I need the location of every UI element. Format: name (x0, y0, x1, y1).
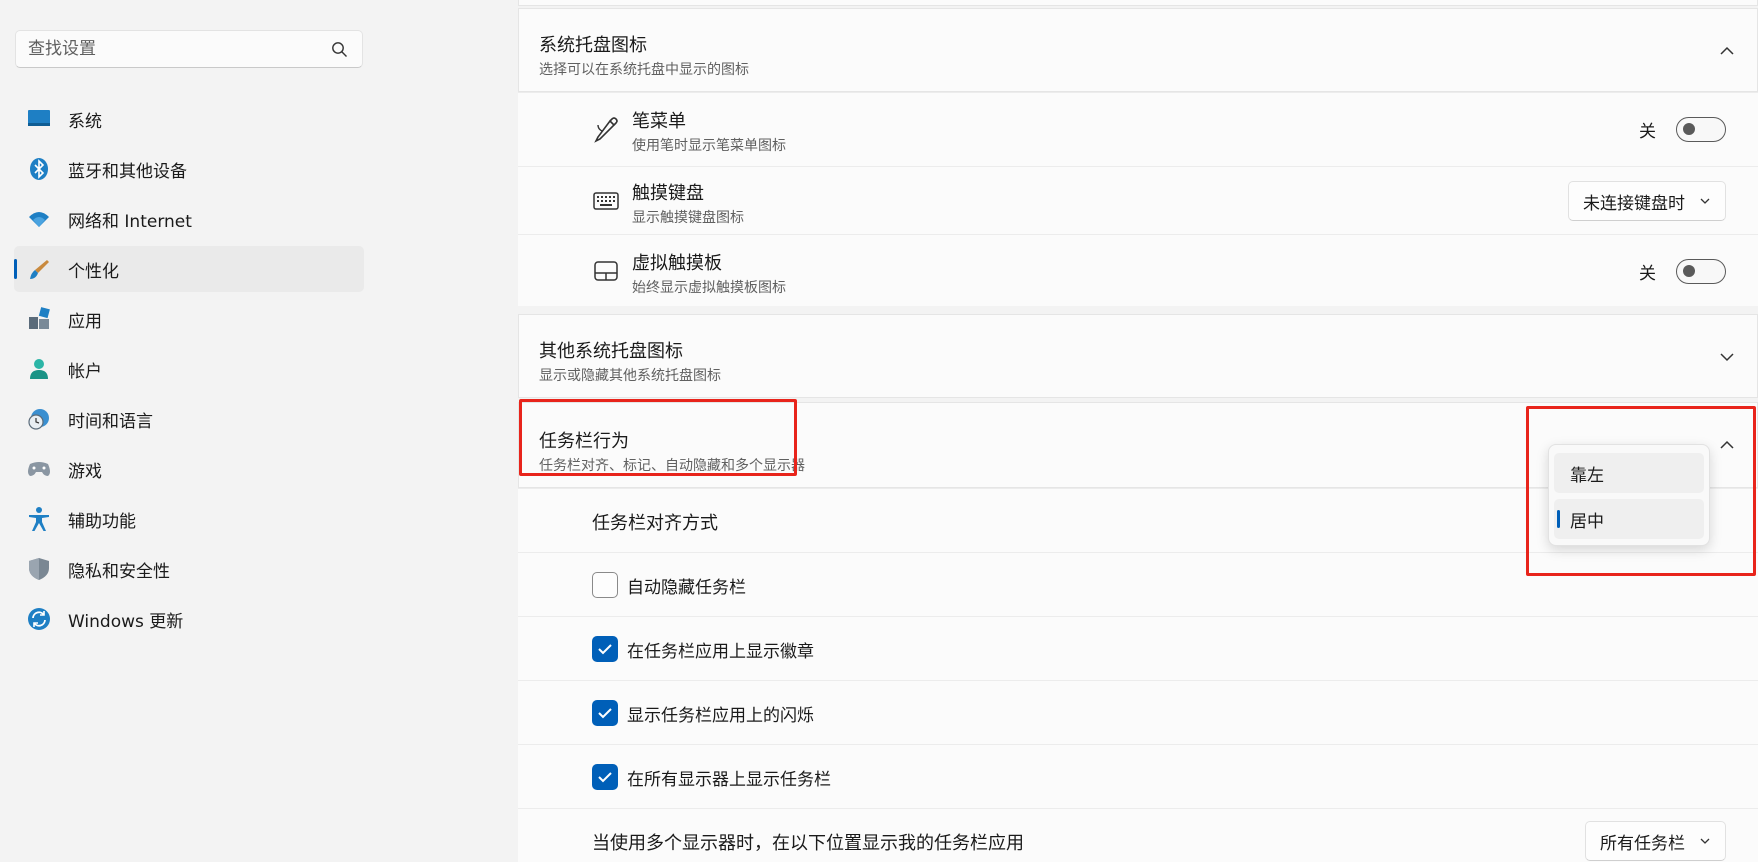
chevron-up-icon[interactable] (1719, 43, 1735, 59)
checkbox-label: 显示任务栏应用上的闪烁 (627, 706, 814, 726)
sidebar-item-label: 系统 (68, 111, 102, 132)
autohide-checkbox[interactable] (592, 572, 618, 598)
sidebar-item-bluetooth[interactable]: 蓝牙和其他设备 (14, 146, 364, 192)
sidebar-item-personalization[interactable]: 个性化 (14, 246, 364, 292)
multi-display-label: 当使用多个显示器时，在以下位置显示我的任务栏应用 (592, 833, 1024, 854)
checkbox-row-all-displays: 在所有显示器上显示任务栏 (518, 744, 1758, 808)
checkmark-icon (598, 644, 612, 655)
toggle-knob (1683, 265, 1695, 277)
pen-menu-toggle[interactable] (1676, 117, 1726, 142)
sidebar: 系统 蓝牙和其他设备 网络和 Internet 个性化 应用 帐户 时间和语言 (0, 0, 375, 862)
badges-checkbox[interactable] (592, 636, 618, 662)
item-subtitle: 使用笔时显示笔菜单图标 (632, 138, 786, 154)
search-input[interactable] (28, 39, 318, 59)
update-icon (26, 606, 52, 632)
alignment-option-left[interactable]: 靠左 (1554, 453, 1704, 493)
sidebar-item-accessibility[interactable]: 辅助功能 (14, 496, 364, 542)
clock-globe-icon (26, 406, 52, 432)
alignment-option-center[interactable]: 居中 (1554, 499, 1704, 539)
virtual-touchpad-toggle[interactable] (1676, 259, 1726, 284)
sidebar-nav: 系统 蓝牙和其他设备 网络和 Internet 个性化 应用 帐户 时间和语言 (14, 96, 364, 646)
section-subtitle: 任务栏对齐、标记、自动隐藏和多个显示器 (539, 458, 805, 474)
sidebar-item-label: 辅助功能 (68, 511, 136, 532)
sidebar-item-label: 隐私和安全性 (68, 561, 170, 582)
sidebar-item-label: 蓝牙和其他设备 (68, 161, 187, 182)
other-tray-icons-header[interactable]: 其他系统托盘图标 显示或隐藏其他系统托盘图标 (518, 314, 1758, 398)
alignment-flyout: 靠左 居中 (1548, 444, 1710, 546)
alignment-label: 任务栏对齐方式 (592, 513, 718, 534)
item-subtitle: 始终显示虚拟触摸板图标 (632, 280, 786, 296)
section-subtitle: 显示或隐藏其他系统托盘图标 (539, 368, 721, 384)
checkmark-icon (598, 772, 612, 783)
multi-display-row: 当使用多个显示器时，在以下位置显示我的任务栏应用 所有任务栏 (518, 808, 1758, 862)
sidebar-item-network[interactable]: 网络和 Internet (14, 196, 364, 242)
tray-item-pen-menu: 笔菜单 使用笔时显示笔菜单图标 关 (518, 92, 1758, 166)
touchpad-icon (594, 261, 618, 281)
item-title: 虚拟触摸板 (632, 253, 722, 274)
sidebar-item-label: Windows 更新 (68, 611, 184, 632)
sidebar-item-gaming[interactable]: 游戏 (14, 446, 364, 492)
gamepad-icon (26, 456, 52, 482)
chevron-down-icon (1700, 198, 1710, 204)
toggle-knob (1683, 123, 1695, 135)
keyboard-icon (593, 192, 619, 210)
section-title: 任务栏行为 (539, 431, 629, 452)
accessibility-icon (26, 506, 52, 532)
chevron-up-icon[interactable] (1719, 437, 1735, 453)
tray-item-virtual-touchpad: 虚拟触摸板 始终显示虚拟触摸板图标 关 (518, 234, 1758, 306)
sidebar-item-label: 个性化 (68, 261, 119, 282)
section-title: 系统托盘图标 (539, 35, 647, 56)
sidebar-item-time-language[interactable]: 时间和语言 (14, 396, 364, 442)
flashing-checkbox[interactable] (592, 700, 618, 726)
checkbox-row-badges: 在任务栏应用上显示徽章 (518, 616, 1758, 680)
dropdown-value: 未连接键盘时 (1583, 193, 1685, 214)
toggle-state-label: 关 (1639, 264, 1656, 284)
shield-icon (26, 556, 52, 582)
section-title: 其他系统托盘图标 (539, 341, 683, 362)
chevron-down-icon[interactable] (1719, 349, 1735, 365)
section-subtitle: 选择可以在系统托盘中显示的图标 (539, 62, 749, 78)
sidebar-item-windows-update[interactable]: Windows 更新 (14, 596, 364, 642)
item-title: 触摸键盘 (632, 183, 704, 204)
apps-icon (26, 306, 52, 332)
bluetooth-icon (26, 156, 52, 182)
search-box[interactable] (15, 30, 363, 68)
tray-item-touch-keyboard: 触摸键盘 显示触摸键盘图标 未连接键盘时 (518, 166, 1758, 234)
sidebar-item-apps[interactable]: 应用 (14, 296, 364, 342)
toggle-state-label: 关 (1639, 122, 1656, 142)
tray-icons-header[interactable]: 系统托盘图标 选择可以在系统托盘中显示的图标 (518, 8, 1758, 92)
item-subtitle: 显示触摸键盘图标 (632, 210, 744, 226)
wifi-icon (26, 206, 52, 232)
checkbox-label: 在所有显示器上显示任务栏 (627, 770, 831, 790)
sidebar-item-label: 时间和语言 (68, 411, 153, 432)
all-displays-checkbox[interactable] (592, 764, 618, 790)
checkbox-row-autohide: 自动隐藏任务栏 (518, 552, 1758, 616)
sidebar-item-label: 应用 (68, 311, 102, 332)
multi-display-dropdown[interactable]: 所有任务栏 (1585, 821, 1726, 861)
pen-icon (594, 117, 618, 143)
search-icon[interactable] (331, 41, 348, 58)
main-panel: 系统托盘图标 选择可以在系统托盘中显示的图标 笔菜单 使用笔时显示笔菜单图标 关… (518, 0, 1758, 862)
chevron-down-icon (1700, 838, 1710, 844)
virtual-touchpad-toggle-group: 关 (1639, 259, 1726, 284)
sidebar-item-system[interactable]: 系统 (14, 96, 364, 142)
sidebar-item-label: 帐户 (68, 361, 102, 382)
dropdown-value: 所有任务栏 (1600, 833, 1685, 854)
checkmark-icon (598, 708, 612, 719)
system-monitor-icon (26, 106, 52, 132)
sidebar-item-label: 游戏 (68, 461, 102, 482)
checkbox-label: 自动隐藏任务栏 (627, 578, 746, 598)
pen-menu-toggle-group: 关 (1639, 117, 1726, 142)
checkbox-row-flashing: 显示任务栏应用上的闪烁 (518, 680, 1758, 744)
item-title: 笔菜单 (632, 111, 686, 132)
touch-keyboard-dropdown[interactable]: 未连接键盘时 (1568, 181, 1726, 221)
brush-icon (26, 256, 52, 282)
account-icon (26, 356, 52, 382)
checkbox-label: 在任务栏应用上显示徽章 (627, 642, 814, 662)
sidebar-item-privacy[interactable]: 隐私和安全性 (14, 546, 364, 592)
sidebar-item-label: 网络和 Internet (68, 211, 192, 232)
sidebar-item-accounts[interactable]: 帐户 (14, 346, 364, 392)
previous-card-edge (518, 0, 1758, 6)
